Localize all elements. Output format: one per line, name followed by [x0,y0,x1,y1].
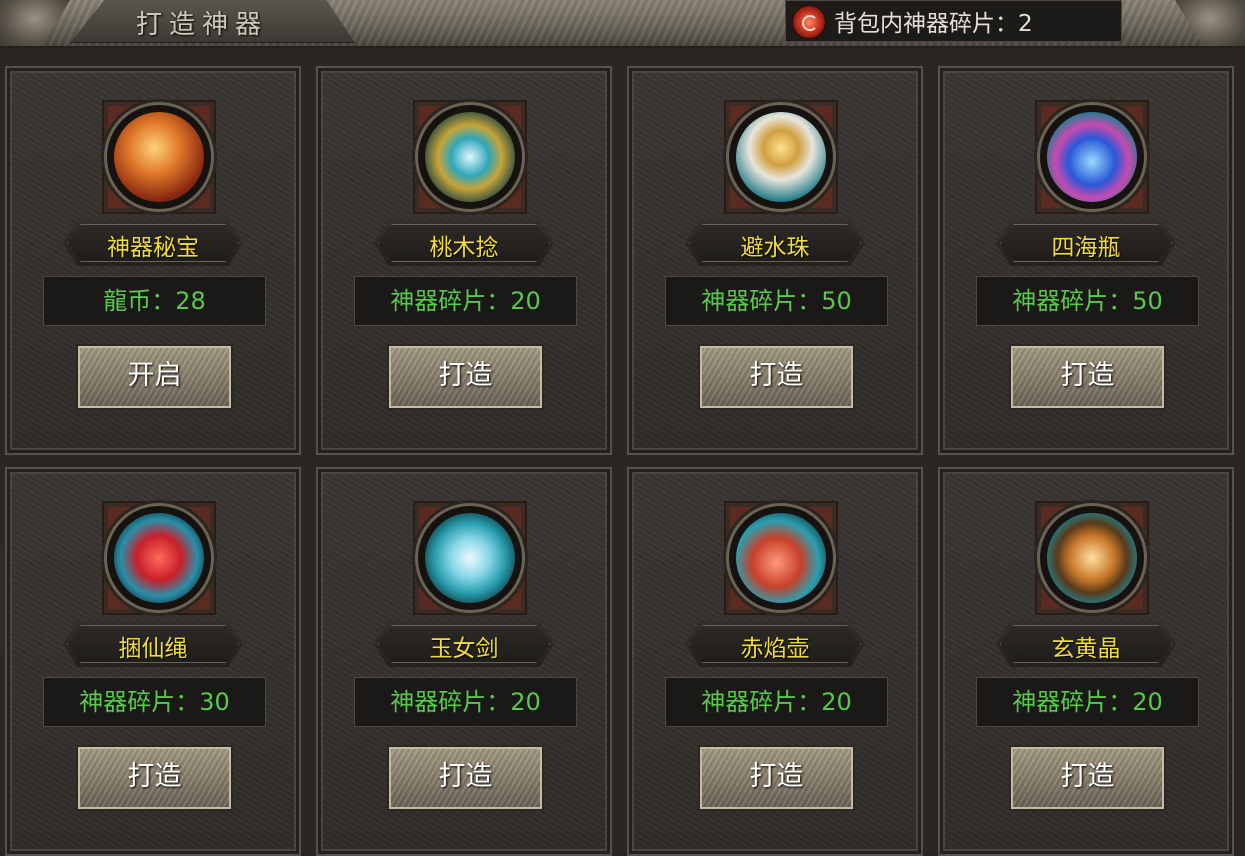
artifact-nameplate: 神器秘宝 [63,220,243,266]
artifact-cost: 神器碎片：20 [976,677,1199,727]
artifact-nameplate: 四海瓶 [996,220,1176,266]
artifact-cost: 神器碎片：30 [43,677,266,727]
artifact-name: 神器秘宝 [107,235,199,261]
corner-ornament-right [1175,0,1245,46]
artifact-cost: 神器碎片：20 [354,276,577,326]
artifact-card: 玉女剑 神器碎片：20 打造 [316,467,612,856]
artifact-icon-frame[interactable] [407,94,533,220]
artifact-cost: 神器碎片：20 [354,677,577,727]
artifact-icon-frame[interactable] [1029,94,1155,220]
artifact-cost: 神器碎片：50 [665,276,888,326]
forge-button[interactable]: 开启 [76,344,233,410]
artifact-card: 玄黄晶 神器碎片：20 打造 [938,467,1234,856]
artifact-icon-frame[interactable] [1029,495,1155,621]
fragment-count-bar: 背包内神器碎片：2 [785,0,1122,42]
artifact-card: 捆仙绳 神器碎片：30 打造 [5,467,301,856]
red-gourd-icon [736,513,826,603]
artifact-cost: 神器碎片：50 [976,276,1199,326]
forge-button[interactable]: 打造 [698,745,855,811]
red-rope-icon [114,513,204,603]
artifact-nameplate: 玉女剑 [374,621,554,667]
corner-ornament-left [0,0,70,46]
artifact-cost: 神器碎片：20 [665,677,888,727]
artifact-name: 赤焰壶 [740,636,810,662]
artifact-card: 赤焰壶 神器碎片：20 打造 [627,467,923,856]
artifact-nameplate: 玄黄晶 [996,621,1176,667]
artifact-icon-frame[interactable] [718,495,844,621]
artifact-nameplate: 捆仙绳 [63,621,243,667]
amber-crystal-icon [1047,513,1137,603]
artifact-card: 避水珠 神器碎片：50 打造 [627,66,923,455]
top-bar: 打造神器 背包内神器碎片：2 [0,0,1245,48]
artifact-name: 捆仙绳 [118,636,188,662]
artifact-name: 桃木捻 [429,235,499,261]
artifact-nameplate: 避水珠 [685,220,865,266]
forge-button[interactable]: 打造 [698,344,855,410]
blue-bottle-icon [1047,112,1137,202]
artifact-icon-frame[interactable] [718,94,844,220]
artifact-card: 四海瓶 神器碎片：50 打造 [938,66,1234,455]
jade-sword-icon [425,513,515,603]
forge-button[interactable]: 打造 [387,344,544,410]
artifact-card: 神器秘宝 龍币：28 开启 [5,66,301,455]
forge-button[interactable]: 打造 [1009,745,1166,811]
artifact-icon-frame[interactable] [96,495,222,621]
golden-pearl-icon [736,112,826,202]
artifact-icon-frame[interactable] [407,495,533,621]
artifact-nameplate: 桃木捻 [374,220,554,266]
artifact-card: 桃木捻 神器碎片：20 打造 [316,66,612,455]
artifact-name: 避水珠 [740,235,810,261]
artifact-cost: 龍币：28 [43,276,266,326]
fragment-count-label: 背包内神器碎片：2 [834,11,1033,37]
artifact-icon-frame[interactable] [96,94,222,220]
page-title: 打造神器 [136,10,269,40]
jade-wheel-icon [425,112,515,202]
forge-button[interactable]: 打造 [387,745,544,811]
fire-cube-icon [114,112,204,202]
artifact-name: 玄黄晶 [1051,636,1121,662]
artifact-fragment-icon [792,5,826,39]
forge-button[interactable]: 打造 [76,745,233,811]
forge-button[interactable]: 打造 [1009,344,1166,410]
artifact-name: 玉女剑 [429,636,499,662]
artifact-nameplate: 赤焰壶 [685,621,865,667]
artifact-name: 四海瓶 [1051,235,1121,261]
